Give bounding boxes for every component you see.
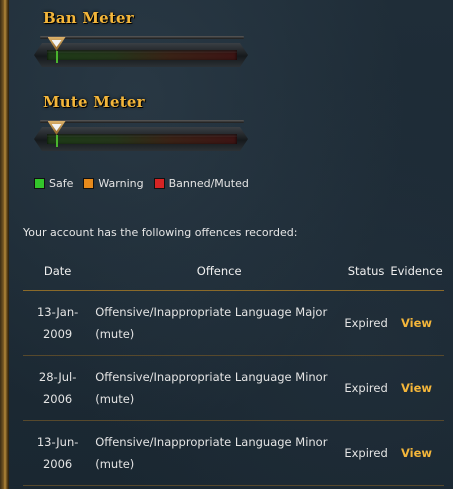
offence-date: 13-Jan- 2009: [23, 290, 93, 356]
offence-name: Offensive/Inappropriate Language Major: [95, 305, 328, 319]
offence-name: Offensive/Inappropriate Language Minor: [95, 435, 328, 449]
table-header-row: Date Offence Status Evidence: [23, 252, 444, 291]
offence-description: Offensive/Inappropriate Language Major (…: [92, 290, 344, 356]
meter-top-bar: [40, 36, 244, 39]
table-row: 13-Jun- 2006 Offensive/Inappropriate Lan…: [23, 420, 444, 486]
column-header-status: Status: [343, 252, 390, 291]
offence-type: (mute): [95, 457, 135, 471]
mute-meter-title: Mute Meter: [43, 93, 145, 111]
view-evidence-link[interactable]: View: [401, 316, 432, 330]
evidence-cell: View: [389, 420, 444, 486]
offence-type: (mute): [95, 392, 135, 406]
warning-swatch-icon: [83, 178, 95, 189]
offence-status: Expired: [343, 355, 390, 421]
date-year: 2006: [42, 392, 73, 406]
offence-description: Offensive/Inappropriate Language Minor (…: [92, 420, 344, 486]
offence-date: 28-Jul- 2006: [23, 355, 93, 421]
table-row: 28-Jul- 2006 Offensive/Inappropriate Lan…: [23, 355, 444, 421]
meter-track-shine: [47, 50, 237, 53]
offence-status: Expired: [343, 290, 390, 356]
evidence-cell: View: [389, 355, 444, 421]
offences-table: Date Offence Status Evidence 13-Jan- 200…: [23, 252, 444, 486]
legend-label: Safe: [49, 177, 74, 190]
date-year: 2006: [42, 457, 73, 471]
table-row: 13-Jan- 2009 Offensive/Inappropriate Lan…: [23, 290, 444, 356]
column-header-date: Date: [23, 252, 93, 291]
date-year: 2009: [42, 327, 73, 341]
date-day-month: 28-Jul-: [38, 370, 77, 384]
legend-item-safe: Safe: [34, 177, 73, 190]
evidence-cell: View: [389, 290, 444, 356]
column-header-evidence: Evidence: [389, 252, 444, 291]
offence-status: Expired: [343, 420, 390, 486]
meter-legend: Safe Warning Banned/Muted: [34, 177, 259, 190]
offence-type: (mute): [95, 327, 135, 341]
view-evidence-link[interactable]: View: [401, 446, 432, 460]
offence-date: 13-Jun- 2006: [23, 420, 93, 486]
offence-description: Offensive/Inappropriate Language Minor (…: [92, 355, 344, 421]
legend-label: Banned/Muted: [168, 177, 249, 190]
view-evidence-link[interactable]: View: [401, 381, 432, 395]
date-day-month: 13-Jun-: [36, 435, 79, 449]
left-border-frame: [0, 0, 9, 489]
meter-level-stem: [55, 135, 58, 147]
mute-meter: [34, 120, 248, 154]
meter-track-shine: [47, 134, 237, 137]
legend-label: Warning: [98, 177, 144, 190]
offences-intro-text: Your account has the following offences …: [23, 226, 298, 239]
column-header-offence: Offence: [92, 252, 344, 291]
meter-level-stem: [55, 51, 58, 63]
legend-item-banned: Banned/Muted: [153, 177, 249, 190]
safe-swatch-icon: [34, 178, 45, 189]
ban-meter: [34, 36, 248, 70]
meter-top-bar: [40, 120, 244, 123]
offence-name: Offensive/Inappropriate Language Minor: [95, 370, 328, 384]
ban-meter-title: Ban Meter: [43, 9, 134, 27]
date-day-month: 13-Jan-: [36, 305, 79, 319]
banned-swatch-icon: [153, 178, 165, 189]
legend-item-warning: Warning: [83, 177, 144, 190]
